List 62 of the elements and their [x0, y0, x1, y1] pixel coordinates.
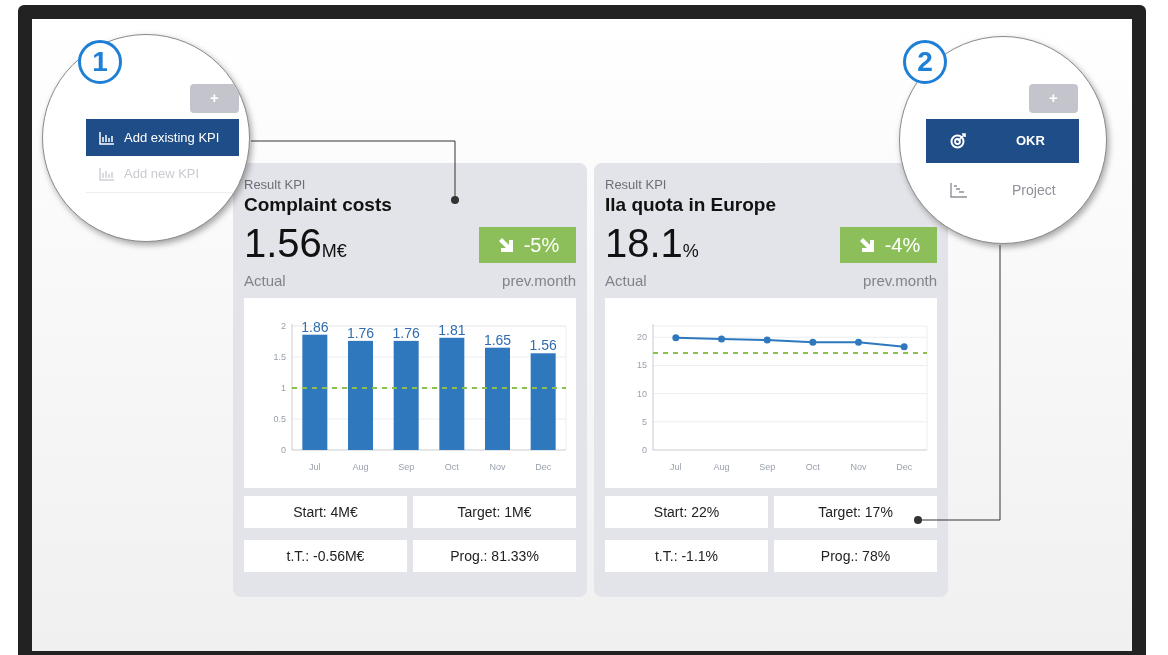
data-point — [900, 343, 908, 351]
data-point — [809, 338, 817, 346]
kpi-title: Complaint costs — [244, 193, 393, 217]
change-badge: -4% — [840, 227, 937, 263]
data-point — [763, 336, 771, 344]
add-button[interactable]: + — [190, 84, 239, 113]
stat-cell: Start: 4M€ — [244, 496, 407, 528]
axis-tick-label: 0.5 — [273, 414, 286, 424]
data-label: 1.56 — [529, 337, 557, 354]
add-button[interactable]: + — [1029, 84, 1078, 113]
axis-tick-label: 5 — [642, 416, 647, 427]
kpi-value: 1.56M€ — [244, 221, 347, 265]
axis-category-label: Nov — [850, 462, 867, 472]
axis-category-label: Jul — [670, 462, 682, 472]
stat-cell: t.T.: -1.1% — [605, 540, 768, 572]
axis-category-label: Jul — [309, 462, 321, 472]
stat-cell: Target: 17% — [774, 496, 937, 528]
axis-tick-label: 20 — [637, 332, 647, 343]
comparison-label: prev.month — [502, 271, 576, 291]
axis-tick-label: 1.5 — [273, 352, 286, 362]
actual-label: Actual — [605, 271, 647, 291]
axis-category-label: Aug — [713, 462, 730, 472]
axis-category-label: Aug — [352, 462, 369, 472]
axis-tick-label: 0 — [642, 445, 647, 455]
axis-tick-label: 1 — [281, 383, 286, 393]
axis-tick-label: 10 — [637, 388, 647, 399]
data-label: 1.76 — [392, 324, 420, 341]
kpi-type-label: Result KPI — [605, 177, 668, 193]
axis-category-label: Oct — [805, 462, 820, 472]
bar-chart-icon — [99, 130, 115, 145]
data-label: 1.81 — [438, 321, 466, 338]
axis-category-label: Nov — [489, 462, 506, 472]
data-point — [855, 338, 862, 346]
stat-cell: Prog.: 78% — [774, 540, 937, 572]
data-label: 1.76 — [346, 324, 375, 341]
kpi-title: Ila quota in Europe — [605, 193, 777, 217]
kpi-type-label: Result KPI — [244, 177, 307, 193]
menu-item[interactable]: OKR — [926, 119, 1079, 163]
bar-chart-icon — [99, 167, 115, 181]
data-label: 1.65 — [483, 331, 512, 348]
axis-category-label: Oct — [444, 462, 459, 472]
axis-tick-label: 15 — [637, 360, 647, 371]
gantt-chart-icon — [950, 182, 968, 198]
data-point — [672, 334, 680, 342]
actual-label: Actual — [244, 271, 286, 291]
menu-item[interactable]: Add existing KPI — [86, 119, 239, 156]
stat-cell: Start: 22% — [605, 496, 768, 528]
axis-tick-label: 2 — [281, 321, 286, 331]
stat-cell: Target: 1M€ — [413, 496, 576, 528]
axis-category-label: Sep — [759, 462, 776, 472]
comparison-label: prev.month — [863, 271, 937, 291]
target-icon — [950, 133, 966, 149]
axis-tick-label: 0 — [281, 445, 286, 455]
stat-cell: t.T.: -0.56M€ — [244, 540, 407, 572]
data-point — [718, 335, 725, 343]
axis-category-label: Sep — [398, 462, 415, 472]
kpi-value: 18.1% — [605, 221, 699, 265]
axis-category-label: Dec — [896, 462, 913, 472]
axis-category-label: Dec — [535, 462, 552, 472]
stat-cell: Prog.: 81.33% — [413, 540, 576, 572]
data-label: 1.86 — [301, 318, 329, 335]
change-badge: -5% — [479, 227, 576, 263]
